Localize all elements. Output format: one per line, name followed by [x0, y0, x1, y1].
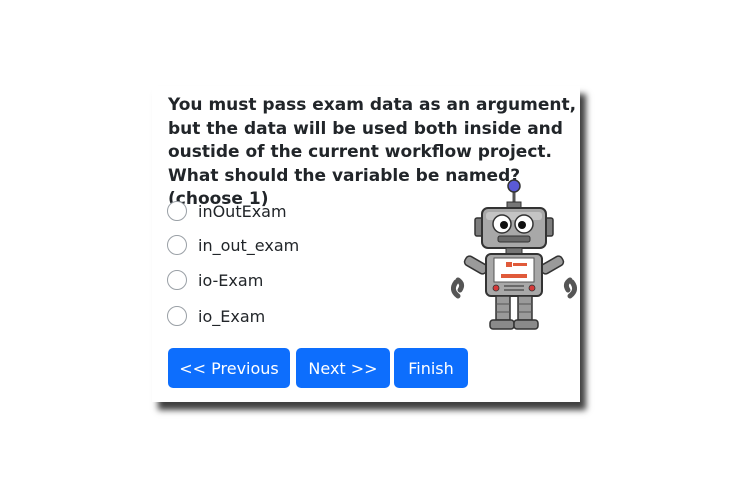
option-4-label: io_Exam	[198, 306, 266, 326]
option-3-radio[interactable]	[167, 270, 187, 290]
option-1-radio[interactable]	[167, 201, 187, 221]
page: You must pass exam data as an argument, …	[0, 0, 735, 500]
option-2-label: in_out_exam	[198, 235, 300, 255]
option-3-label: io-Exam	[198, 270, 264, 290]
previous-button[interactable]: << Previous	[168, 348, 290, 388]
quiz-card: You must pass exam data as an argument, …	[152, 86, 580, 402]
option-4[interactable]: io_Exam	[167, 304, 265, 328]
option-2-radio[interactable]	[167, 235, 187, 255]
option-3[interactable]: io-Exam	[167, 268, 263, 292]
option-4-radio[interactable]	[167, 306, 187, 326]
next-button[interactable]: Next >>	[296, 348, 390, 388]
finish-button[interactable]: Finish	[394, 348, 468, 388]
option-1-label: inOutExam	[198, 201, 287, 221]
option-1[interactable]: inOutExam	[167, 199, 287, 223]
robot-icon	[450, 179, 578, 330]
option-2[interactable]: in_out_exam	[167, 233, 299, 257]
